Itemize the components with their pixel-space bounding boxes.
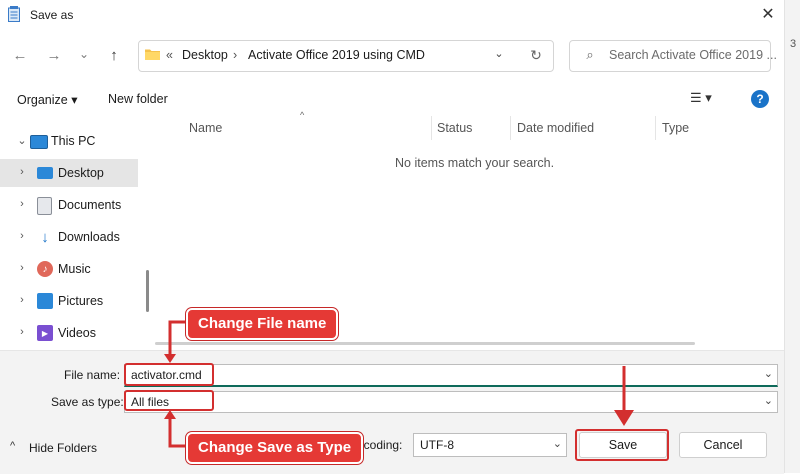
save-type-arrow <box>168 416 186 448</box>
file-name-arrow <box>168 320 186 357</box>
change-save-type-callout: Change Save as Type <box>186 432 364 464</box>
save-arrowhead-icon <box>614 410 634 426</box>
annotation-arrows <box>164 320 634 448</box>
save-type-arrowhead-icon <box>164 410 176 419</box>
file-name-arrowhead-icon <box>164 354 176 363</box>
change-file-name-callout: Change File name <box>186 308 339 340</box>
